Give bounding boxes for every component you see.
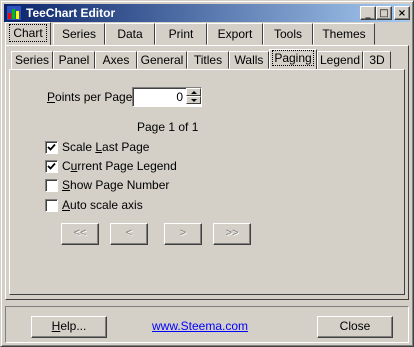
tab-data[interactable]: Data [105, 23, 155, 45]
checkmark-icon [47, 162, 56, 170]
points-per-page-value: 0 [176, 90, 183, 104]
checkmark-icon [47, 143, 56, 151]
current-page-legend-checkbox[interactable] [45, 160, 58, 173]
auto-scale-axis-checkbox[interactable] [45, 199, 58, 212]
subtab-panel[interactable]: Panel [53, 51, 95, 69]
help-button[interactable]: Help... [31, 316, 107, 338]
subtab-series[interactable]: Series [11, 51, 53, 69]
title-bar: TeeChart Editor _ □ × [4, 4, 410, 22]
subtab-general[interactable]: General [137, 51, 187, 69]
tab-export[interactable]: Export [207, 23, 263, 45]
close-window-button[interactable]: × [394, 6, 410, 20]
points-per-page-input[interactable]: 0 [132, 87, 202, 107]
tab-series[interactable]: Series [53, 23, 105, 45]
teechart-editor-window: TeeChart Editor _ □ × Chart Series Data … [0, 0, 414, 347]
current-page-legend-label[interactable]: Current Page Legend [62, 159, 177, 173]
subtab-walls[interactable]: Walls [229, 51, 269, 69]
close-button[interactable]: Close [317, 316, 393, 338]
close-icon: × [397, 8, 407, 19]
show-page-number-label[interactable]: Show Page Number [62, 178, 169, 192]
first-page-button[interactable]: << [61, 223, 99, 245]
tab-chart[interactable]: Chart [5, 22, 51, 46]
previous-page-button[interactable]: < [110, 223, 148, 245]
show-page-number-checkbox[interactable] [45, 179, 58, 192]
next-page-button[interactable]: > [164, 223, 202, 245]
tab-themes[interactable]: Themes [313, 23, 375, 45]
last-page-button[interactable]: >> [213, 223, 251, 245]
subtab-3d[interactable]: 3D [363, 51, 391, 69]
maximize-icon: □ [379, 8, 389, 19]
auto-scale-axis-label[interactable]: Auto scale axis [62, 198, 143, 212]
minimize-icon: _ [365, 8, 371, 19]
maximize-button[interactable]: □ [376, 6, 392, 20]
page-status: Page 1 of 1 [137, 120, 199, 134]
subtab-paging[interactable]: Paging [269, 49, 317, 70]
arrow-down-icon [191, 99, 197, 102]
points-per-page-label: Points per Page: [47, 90, 136, 104]
steema-link[interactable]: www.Steema.com [152, 319, 248, 333]
window-title: TeeChart Editor [26, 6, 116, 20]
teechart-app-icon [7, 6, 21, 20]
subtab-legend[interactable]: Legend [317, 51, 363, 69]
tab-print[interactable]: Print [155, 23, 207, 45]
spin-down-button[interactable] [186, 96, 201, 104]
spin-up-button[interactable] [186, 88, 201, 96]
subtab-axes[interactable]: Axes [95, 51, 137, 69]
arrow-up-icon [191, 91, 197, 94]
minimize-button[interactable]: _ [360, 6, 376, 20]
tab-tools[interactable]: Tools [263, 23, 313, 45]
scale-last-page-checkbox[interactable] [45, 141, 58, 154]
scale-last-page-label[interactable]: Scale Last Page [62, 140, 149, 154]
subtab-titles[interactable]: Titles [187, 51, 229, 69]
